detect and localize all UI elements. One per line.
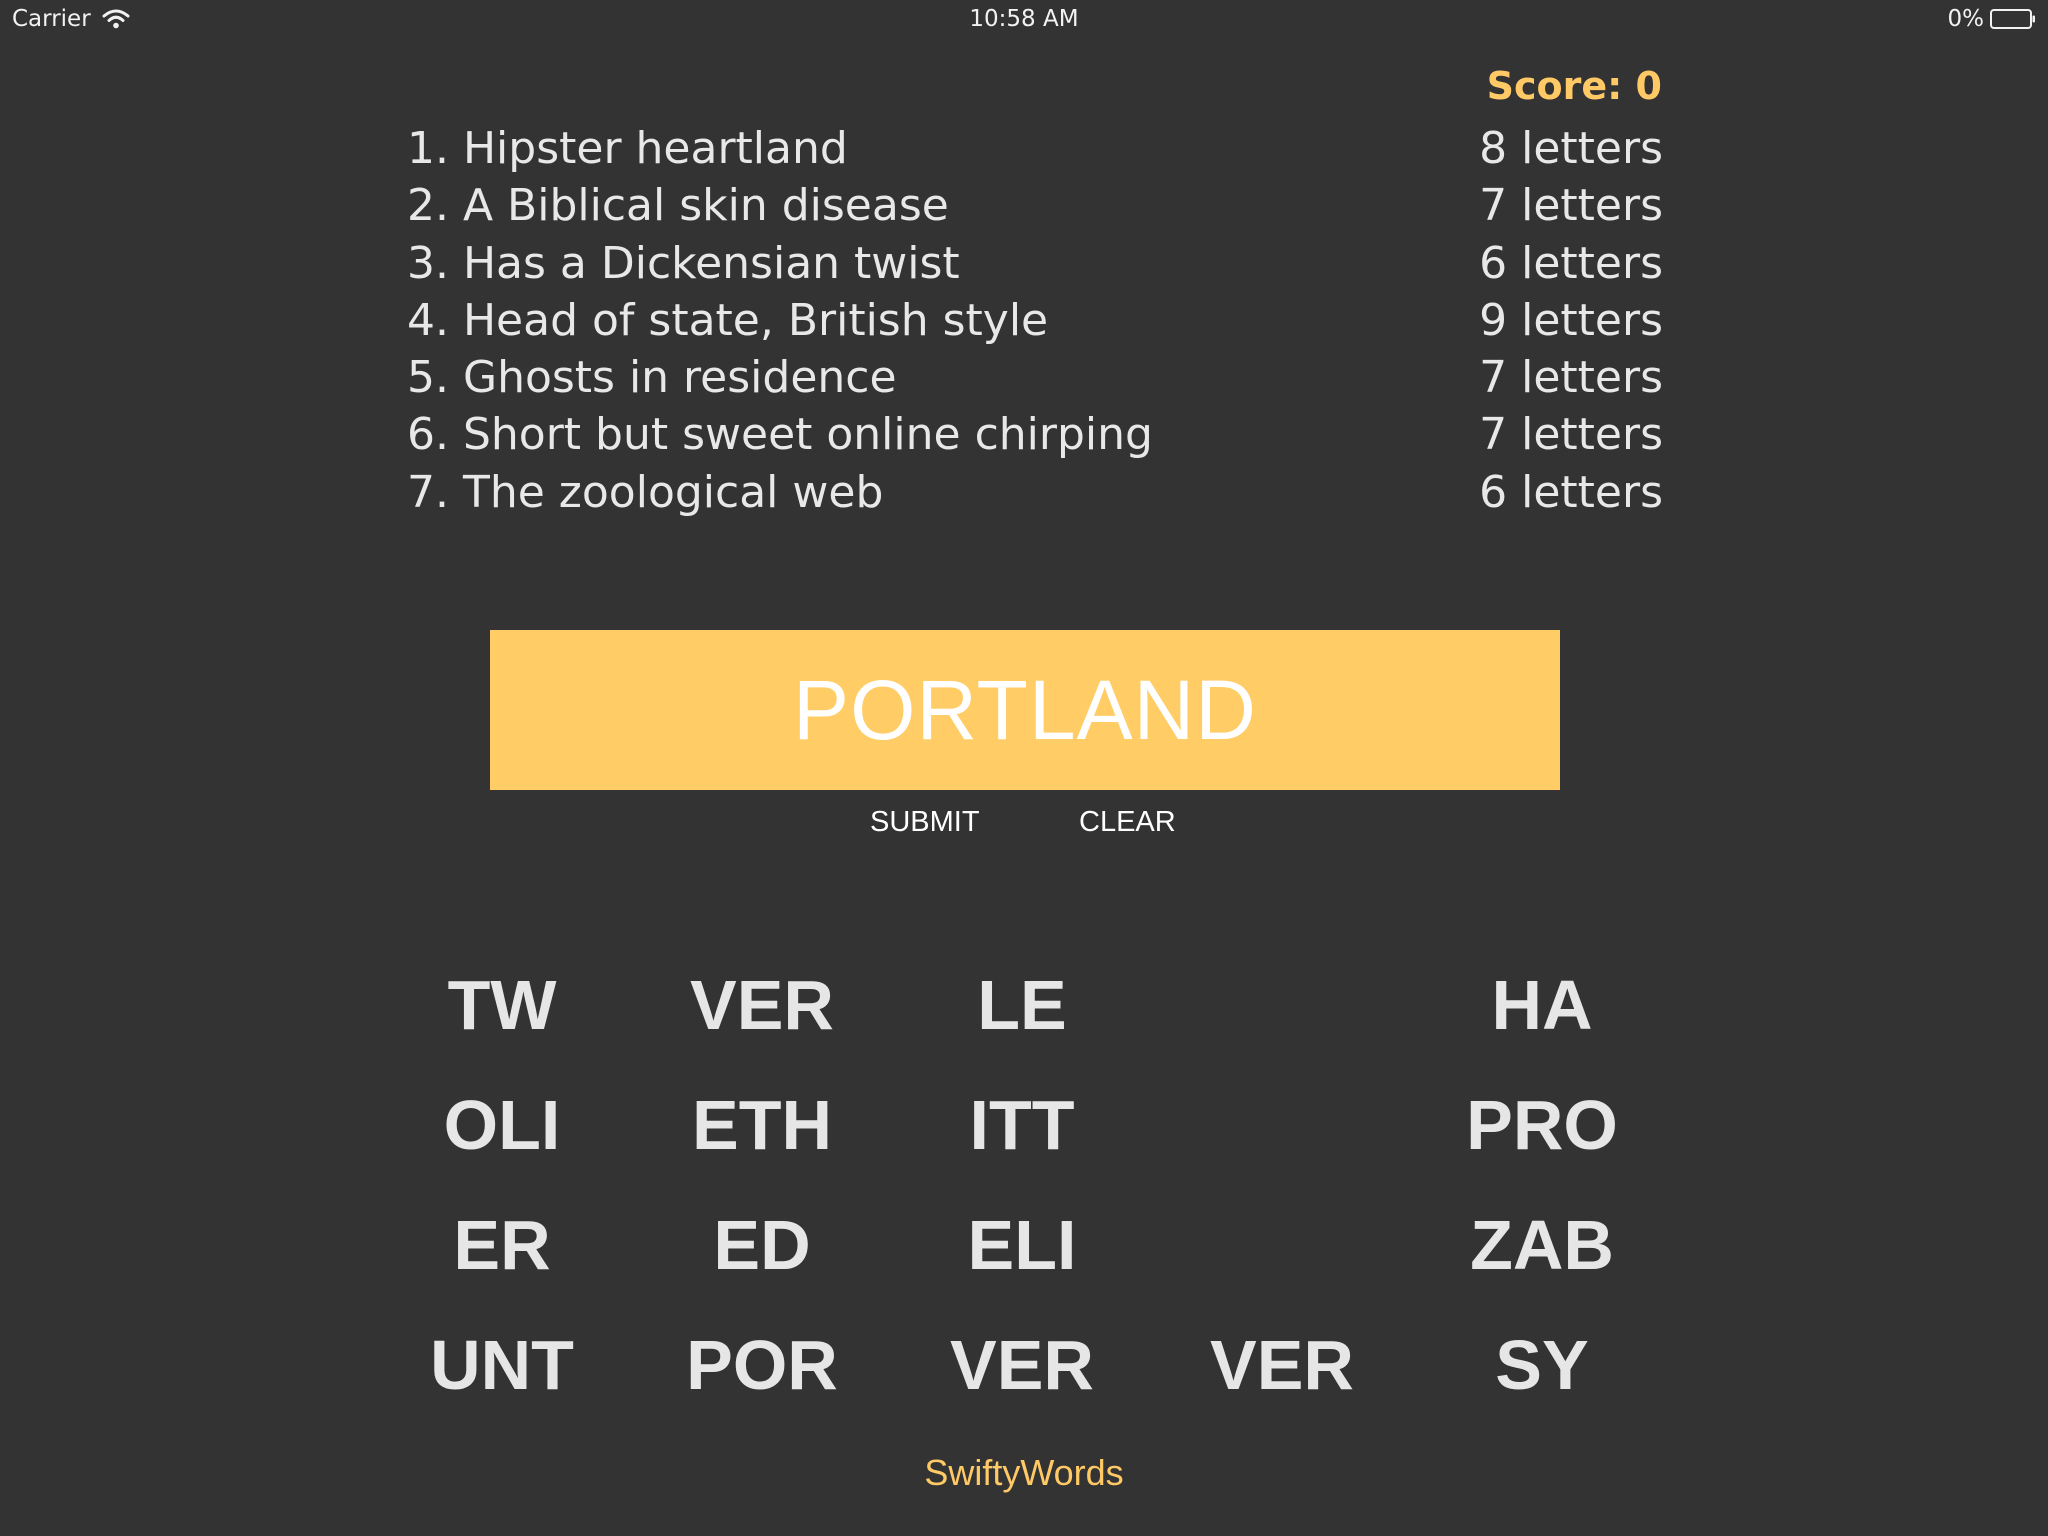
battery-percent: 0% [1947,6,1985,32]
battery-group: 0% [1948,6,2037,32]
clue-length: 6 letters [1479,237,1663,289]
clue-text: 3. Has a Dickensian twist [407,237,960,289]
status-bar: Carrier 10:58 AM 0% [0,0,2048,40]
clue-text: 4. Head of state, British style [407,294,1049,346]
clue-length: 7 letters [1479,180,1663,232]
letter-button[interactable]: VER [1152,1305,1412,1425]
clue-length: 9 letters [1479,294,1663,346]
letter-button[interactable]: ITT [892,1065,1152,1185]
submit-button[interactable]: SUBMIT [870,806,980,839]
clue-text: 1. Hipster heartland [407,123,848,174]
letter-button[interactable]: HA [1412,945,1672,1065]
clue-row: 5. Ghosts in residence 7 letters [407,349,1663,406]
letter-button[interactable]: PRO [1412,1065,1672,1185]
letter-button[interactable]: UNT [372,1305,632,1425]
letter-button[interactable]: ETH [632,1065,892,1185]
letter-button[interactable]: ZAB [1412,1185,1672,1305]
clue-row: 1. Hipster heartland 8 letters [407,120,1663,177]
letter-button[interactable]: ED [632,1185,892,1305]
clue-length: 7 letters [1479,352,1663,404]
clue-row: 3. Has a Dickensian twist 6 letters [407,235,1663,292]
clues-list: 1. Hipster heartland 8 letters 2. A Bibl… [407,120,1663,521]
clue-row: 7. The zoological web 6 letters [407,464,1663,521]
current-answer-text: PORTLAND [793,662,1257,757]
current-answer-field: PORTLAND [490,630,1560,790]
letter-button[interactable]: VER [632,945,892,1065]
app-title-footer: SwiftyWords [924,1452,1124,1493]
letter-button[interactable]: ELI [892,1185,1152,1305]
letter-button[interactable]: VER [892,1305,1152,1425]
letter-button[interactable]: LE [892,945,1152,1065]
clue-text: 6. Short but sweet online chirping [407,409,1153,461]
clear-button[interactable]: CLEAR [1079,806,1176,839]
clue-row: 2. A Biblical skin disease 7 letters [407,177,1663,234]
clue-row: 6. Short but sweet online chirping 7 let… [407,406,1663,463]
score-label: Score: 0 [1486,64,1662,108]
letter-button[interactable]: SY [1412,1305,1672,1425]
clue-row: 4. Head of state, British style 9 letter… [407,292,1663,349]
clue-length: 6 letters [1479,466,1663,518]
clue-text: 7. The zoological web [407,466,884,518]
clue-length: 8 letters [1479,123,1663,174]
letter-button[interactable]: ER [372,1185,632,1305]
letter-button[interactable]: OLI [372,1065,632,1185]
clue-text: 2. A Biblical skin disease [407,180,949,232]
battery-icon [1990,9,2035,29]
clue-text: 5. Ghosts in residence [407,352,897,404]
letter-button[interactable]: POR [632,1305,892,1425]
clue-length: 7 letters [1479,409,1663,461]
letter-button-grid: TW VER LE HA OLI ETH ITT PRO ER ED ELI Z… [372,945,1672,1425]
clock: 10:58 AM [969,6,1079,32]
letter-button[interactable]: TW [372,945,632,1065]
